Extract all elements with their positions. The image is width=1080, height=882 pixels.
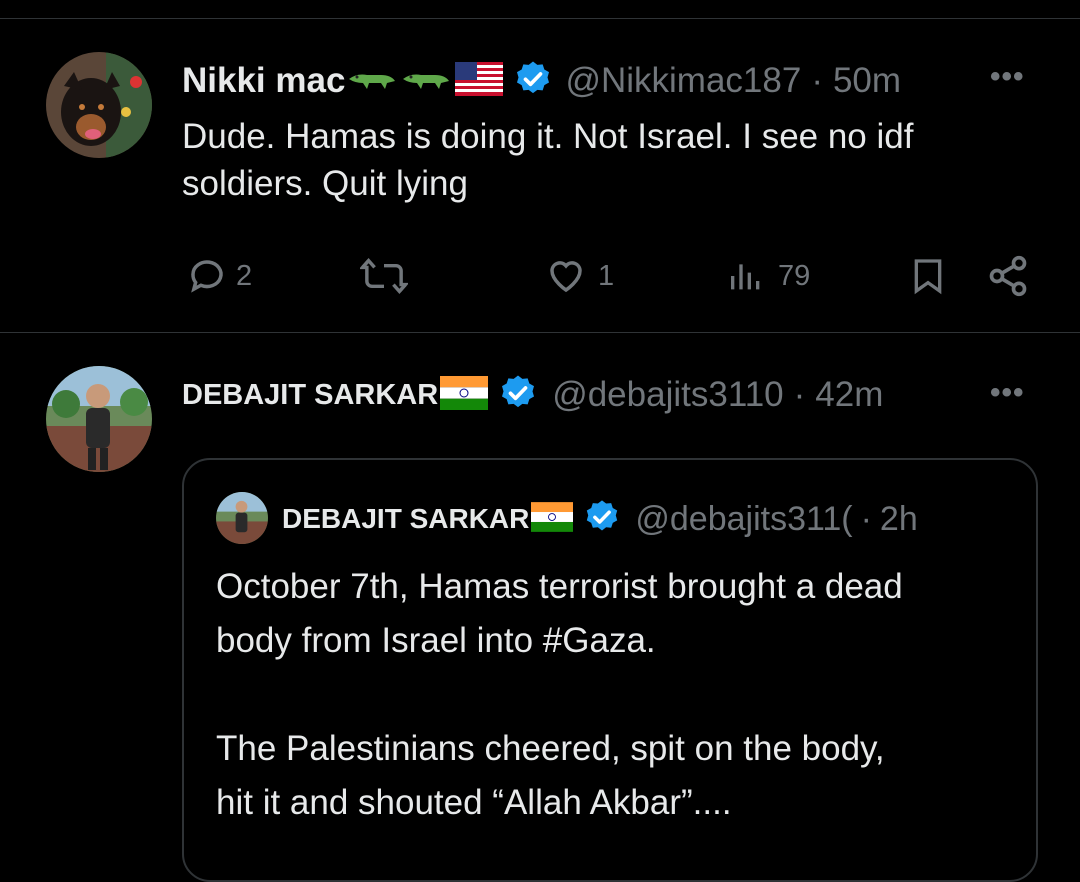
separator-dot: · — [811, 61, 823, 100]
retweet-button[interactable] — [360, 255, 408, 297]
quoted-timestamp: 2h — [879, 499, 918, 538]
tweet-divider — [0, 332, 1080, 333]
avatar[interactable] — [46, 366, 152, 472]
views-chart-icon — [726, 255, 766, 297]
quoted-text-line: October 7th, Hamas terrorist brought a d… — [216, 567, 903, 606]
quoted-header: DEBAJIT SARKAR @debajits311( · 2h — [282, 496, 918, 542]
quoted-text-line: hit it and shouted “Allah Akbar”.... — [216, 783, 732, 822]
quoted-avatar[interactable] — [216, 492, 268, 544]
quoted-text-line: body from Israel into #Gaza. — [216, 621, 656, 660]
tweet-text: Dude. Hamas is doing it. Not Israel. I s… — [182, 114, 913, 208]
view-count: 79 — [778, 259, 811, 292]
timestamp[interactable]: 42m — [815, 375, 883, 415]
top-divider — [0, 18, 1080, 19]
share-button[interactable] — [986, 254, 1030, 298]
timestamp[interactable]: 50m — [833, 61, 901, 101]
tweet-text-line: soldiers. Quit lying — [182, 163, 468, 203]
quoted-handle: @debajits311( — [635, 499, 853, 538]
like-count: 1 — [598, 259, 615, 292]
quoted-tweet-card[interactable]: DEBAJIT SARKAR @debajits311( · 2h Octobe… — [182, 458, 1038, 882]
share-icon — [986, 254, 1030, 298]
tweet-header: DEBAJIT SARKAR @debajits3110 · 42m — [182, 372, 883, 418]
tweet-header: Nikki mac @Nikkimac187 · 50m — [182, 58, 901, 104]
tweet-text-line: Dude. Hamas is doing it. Not Israel. I s… — [182, 117, 914, 156]
reply-count: 2 — [236, 259, 253, 292]
quoted-text-line: The Palestinians cheered, spit on the bo… — [216, 729, 885, 768]
handle[interactable]: @Nikkimac187 — [565, 61, 801, 101]
crocodile-icon — [347, 65, 397, 98]
more-options-button[interactable]: ••• — [990, 376, 1025, 410]
quoted-display-name: DEBAJIT SARKAR — [282, 503, 530, 534]
avatar[interactable] — [46, 52, 152, 158]
handle[interactable]: @debajits3110 — [552, 375, 783, 415]
us-flag-icon — [455, 61, 504, 101]
crocodile-icon — [401, 65, 451, 98]
verified-badge-icon — [498, 373, 538, 418]
verified-badge-icon — [583, 498, 621, 541]
heart-icon — [544, 255, 588, 297]
bookmark-icon — [908, 254, 948, 298]
separator-dot: · — [860, 499, 872, 538]
separator-dot: · — [793, 375, 806, 414]
quoted-tweet-text: October 7th, Hamas terrorist brought a d… — [216, 560, 903, 830]
verified-badge-icon — [513, 59, 553, 104]
india-flag-icon — [440, 375, 489, 415]
bookmark-button[interactable] — [908, 254, 948, 298]
tweet-actions: 2 1 79 — [186, 252, 1036, 300]
india-flag-icon — [531, 501, 574, 537]
views-button[interactable]: 79 — [726, 255, 810, 297]
display-name[interactable]: DEBAJIT SARKAR — [182, 379, 438, 412]
like-button[interactable]: 1 — [544, 255, 614, 297]
reply-icon — [186, 255, 228, 297]
retweet-icon — [360, 255, 408, 297]
display-name[interactable]: Nikki mac — [182, 61, 345, 101]
more-options-button[interactable]: ••• — [990, 60, 1025, 94]
reply-button[interactable]: 2 — [186, 255, 252, 297]
